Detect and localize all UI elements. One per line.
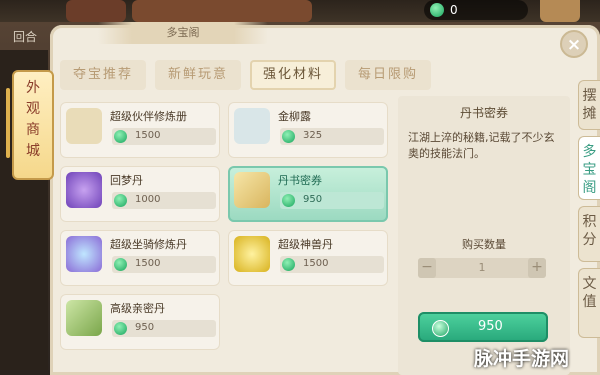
right-tab-stall[interactable]: 摆摊 [578,80,600,130]
potion-vase-icon [234,108,270,144]
detail-title: 丹书密券 [398,104,570,122]
buy-price: 950 [478,319,503,334]
tab-treasure-recommend[interactable]: 夺宝推荐 [60,60,146,90]
item-name: 超级伙伴修炼册 [110,110,187,123]
item-name: 超级神兽丹 [278,238,333,251]
side-tab-label: 外观商城 [26,80,40,159]
right-tab-points[interactable]: 积分 [578,206,600,262]
buy-button[interactable]: 950 [418,312,548,342]
jade-coin-icon [114,130,127,143]
item-price-bar [112,320,216,337]
tab-daily-limited[interactable]: 每日限购 [345,60,431,90]
jade-coin-icon [282,258,295,271]
jade-coin-icon [114,322,127,335]
right-tab-treasure-pavilion[interactable]: 多宝阁 [578,136,600,200]
right-tab-label: 文值 [582,276,597,310]
shop-item[interactable]: 金柳露 325 [228,102,388,158]
plus-button[interactable]: + [528,258,546,278]
item-price: 1500 [135,258,161,269]
tab-indicator [6,88,10,158]
shop-item[interactable]: 超级伙伴修炼册 1500 [60,102,220,158]
green-box-icon [66,300,102,336]
item-price: 1500 [135,130,161,141]
item-price: 1000 [135,194,161,205]
item-price: 950 [135,322,155,333]
shop-item[interactable]: 高级亲密丹 950 [60,294,220,350]
watermark: 脉冲手游网 [474,348,570,370]
shop-item[interactable]: 回梦丹 1000 [60,166,220,222]
menu-corner-icon[interactable] [540,0,580,22]
golden-fruit-icon [234,236,270,272]
shop-item[interactable]: 超级神兽丹 1500 [228,230,388,286]
item-price-bar [112,128,216,145]
right-tab-label: 摆摊 [582,88,597,122]
right-tab-culture[interactable]: 文值 [578,268,600,338]
scroll-book-icon [66,108,102,144]
currency-display: 0 [424,0,528,20]
item-price: 950 [303,194,323,205]
quantity-stepper: − 1 + [418,258,546,278]
item-price: 325 [303,130,323,141]
jade-coin-icon [114,194,127,207]
right-tab-label: 积分 [582,214,597,248]
detail-description: 江湖上淬的秘籍,记载了不少玄奥的技能法门。 [408,131,555,160]
hud-decoration [66,0,126,22]
quantity-label: 购买数量 [462,238,506,251]
purple-orb-icon [66,172,102,208]
jade-coin-icon [114,258,127,271]
paper-scroll-icon [234,172,270,208]
item-price-bar [112,256,216,273]
item-name: 丹书密券 [278,174,322,187]
item-name: 高级亲密丹 [110,302,165,315]
item-name: 超级坐骑修炼丹 [110,238,187,251]
jade-coin-icon [282,130,295,143]
side-tab-appearance-shop[interactable]: 外观商城 [6,70,54,180]
tab-novelties[interactable]: 新鲜玩意 [155,60,241,90]
item-name: 回梦丹 [110,174,143,187]
jade-coin-icon [282,194,295,207]
right-tab-label: 多宝阁 [582,144,597,196]
tab-enhance-materials[interactable]: 强化材料 [250,60,336,90]
shop-item-selected[interactable]: 丹书密券 950 [228,166,388,222]
item-price: 1500 [303,258,329,269]
item-name: 金柳露 [278,110,311,123]
item-price-bar [280,128,384,145]
hud-decoration [132,0,312,22]
minus-button[interactable]: − [418,258,436,278]
close-button[interactable]: × [560,30,588,58]
jade-coin-icon [432,320,449,337]
item-price-bar [112,192,216,209]
shop-item[interactable]: 超级坐骑修炼丹 1500 [60,230,220,286]
jade-coin-icon [430,3,444,17]
panel-title: 多宝阁 [98,22,268,44]
quantity-value[interactable]: 1 [436,258,528,278]
round-label: 回合 [12,30,37,44]
item-price-bar [280,256,384,273]
currency-value: 0 [450,3,458,17]
crystal-pill-icon [66,236,102,272]
item-price-bar [280,192,384,209]
